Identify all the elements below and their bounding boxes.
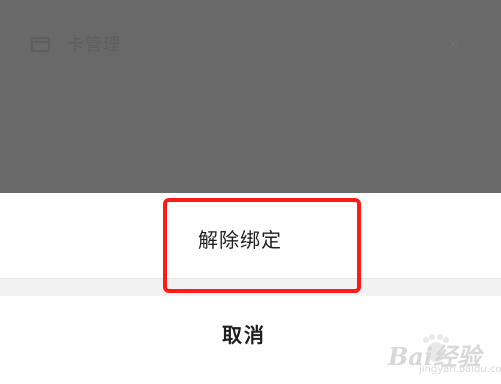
page-title: 卡管理	[67, 35, 121, 55]
card-icon	[31, 37, 50, 52]
action-sheet-divider	[0, 278, 501, 296]
dimmed-background-overlay[interactable]	[0, 0, 501, 193]
watermark-subtext: jingyan.baidu.com	[419, 364, 501, 375]
cancel-label: 取消	[222, 323, 266, 347]
unbind-label: 解除绑定	[198, 228, 282, 252]
close-icon[interactable]: ×	[447, 34, 460, 54]
